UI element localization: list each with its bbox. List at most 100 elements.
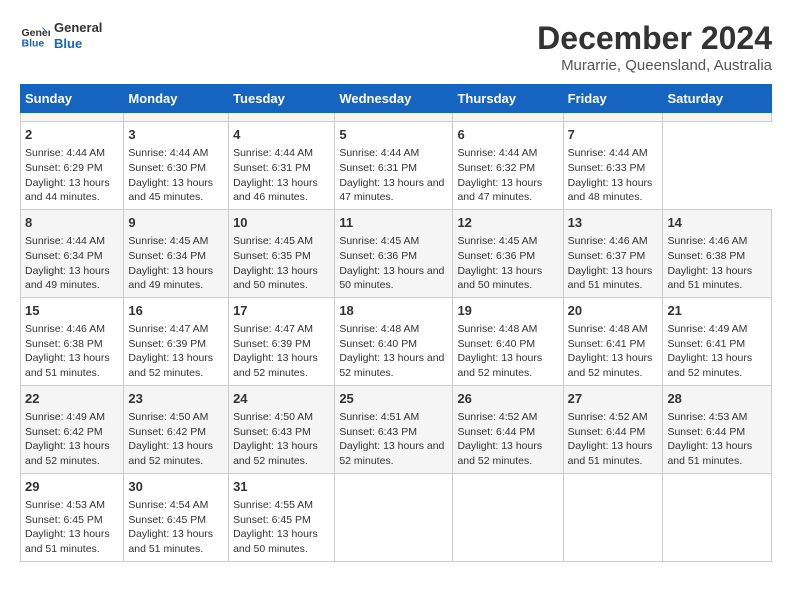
daylight-text: Daylight: 13 hours and 49 minutes. bbox=[128, 265, 213, 292]
sunrise-text: Sunrise: 4:44 AM bbox=[25, 235, 105, 247]
sunset-text: Sunset: 6:31 PM bbox=[339, 162, 417, 174]
day-number: 4 bbox=[233, 126, 330, 144]
day-number: 24 bbox=[233, 390, 330, 408]
sunrise-text: Sunrise: 4:47 AM bbox=[128, 323, 208, 335]
sunset-text: Sunset: 6:44 PM bbox=[667, 426, 745, 438]
svg-text:Blue: Blue bbox=[22, 37, 45, 49]
calendar-cell bbox=[663, 113, 772, 122]
calendar-cell: 7Sunrise: 4:44 AMSunset: 6:33 PMDaylight… bbox=[563, 122, 663, 210]
sunset-text: Sunset: 6:31 PM bbox=[233, 162, 311, 174]
daylight-text: Daylight: 13 hours and 51 minutes. bbox=[667, 440, 752, 467]
day-number: 8 bbox=[25, 214, 119, 232]
sunset-text: Sunset: 6:45 PM bbox=[233, 514, 311, 526]
calendar-cell: 30Sunrise: 4:54 AMSunset: 6:45 PMDayligh… bbox=[124, 473, 229, 561]
day-number: 28 bbox=[667, 390, 767, 408]
sunset-text: Sunset: 6:44 PM bbox=[568, 426, 646, 438]
sunrise-text: Sunrise: 4:46 AM bbox=[667, 235, 747, 247]
sunrise-text: Sunrise: 4:51 AM bbox=[339, 411, 419, 423]
sunrise-text: Sunrise: 4:48 AM bbox=[457, 323, 537, 335]
sunset-text: Sunset: 6:43 PM bbox=[233, 426, 311, 438]
daylight-text: Daylight: 13 hours and 47 minutes. bbox=[457, 177, 542, 204]
calendar-cell: 6 Sunrise: 4:44 AM Sunset: 6:32 PM Daylight… bbox=[453, 122, 563, 210]
calendar-cell: 23Sunrise: 4:50 AMSunset: 6:42 PMDayligh… bbox=[124, 385, 229, 473]
day-number: 10 bbox=[233, 214, 330, 232]
sunrise-text: Sunrise: 4:44 AM bbox=[128, 147, 208, 159]
day-number: 15 bbox=[25, 302, 119, 320]
sunrise-text: Sunrise: 4:46 AM bbox=[568, 235, 648, 247]
daylight-text: Daylight: 13 hours and 44 minutes. bbox=[25, 177, 110, 204]
daylight-text: Daylight: 13 hours and 52 minutes. bbox=[667, 352, 752, 379]
calendar-week-3: 8 Sunrise: 4:44 AM Sunset: 6:34 PM Daylight… bbox=[21, 209, 772, 297]
sunset-text: Sunset: 6:39 PM bbox=[233, 338, 311, 350]
calendar-week-5: 22Sunrise: 4:49 AMSunset: 6:42 PMDayligh… bbox=[21, 385, 772, 473]
logo-blue: Blue bbox=[54, 36, 102, 52]
calendar-cell: 13Sunrise: 4:46 AMSunset: 6:37 PMDayligh… bbox=[563, 209, 663, 297]
calendar-cell: 4Sunrise: 4:44 AMSunset: 6:31 PMDaylight… bbox=[229, 122, 335, 210]
calendar-cell: 10Sunrise: 4:45 AMSunset: 6:35 PMDayligh… bbox=[229, 209, 335, 297]
day-number: 29 bbox=[25, 478, 119, 496]
calendar-table: SundayMondayTuesdayWednesdayThursdayFrid… bbox=[20, 84, 772, 562]
calendar-cell: 5 Sunrise: 4:44 AM Sunset: 6:31 PM Daylight… bbox=[335, 122, 453, 210]
col-header-friday: Friday bbox=[563, 85, 663, 113]
sunset-text: Sunset: 6:42 PM bbox=[25, 426, 103, 438]
sunset-text: Sunset: 6:35 PM bbox=[233, 250, 311, 262]
col-header-saturday: Saturday bbox=[663, 85, 772, 113]
day-number: 3 bbox=[128, 126, 224, 144]
day-number: 23 bbox=[128, 390, 224, 408]
sunrise-text: Sunrise: 4:44 AM bbox=[233, 147, 313, 159]
daylight-text: Daylight: 13 hours and 48 minutes. bbox=[568, 177, 653, 204]
day-number: 5 bbox=[339, 126, 448, 144]
page-title: December 2024 bbox=[537, 20, 772, 57]
day-number: 7 bbox=[568, 126, 659, 144]
sunrise-text: Sunrise: 4:44 AM bbox=[457, 147, 537, 159]
sunset-text: Sunset: 6:30 PM bbox=[128, 162, 206, 174]
calendar-cell: 16Sunrise: 4:47 AMSunset: 6:39 PMDayligh… bbox=[124, 297, 229, 385]
daylight-text: Daylight: 13 hours and 50 minutes. bbox=[233, 265, 318, 292]
sunset-text: Sunset: 6:36 PM bbox=[457, 250, 535, 262]
daylight-text: Daylight: 13 hours and 52 minutes. bbox=[457, 440, 542, 467]
sunrise-text: Sunrise: 4:44 AM bbox=[339, 147, 419, 159]
calendar-cell: 28Sunrise: 4:53 AMSunset: 6:44 PMDayligh… bbox=[663, 385, 772, 473]
sunrise-text: Sunrise: 4:44 AM bbox=[25, 147, 105, 159]
daylight-text: Daylight: 13 hours and 52 minutes. bbox=[457, 352, 542, 379]
calendar-cell: 2Sunrise: 4:44 AMSunset: 6:29 PMDaylight… bbox=[21, 122, 124, 210]
day-number: 19 bbox=[457, 302, 558, 320]
sunset-text: Sunset: 6:33 PM bbox=[568, 162, 646, 174]
sunset-text: Sunset: 6:38 PM bbox=[25, 338, 103, 350]
sunrise-text: Sunrise: 4:52 AM bbox=[457, 411, 537, 423]
calendar-cell: 22Sunrise: 4:49 AMSunset: 6:42 PMDayligh… bbox=[21, 385, 124, 473]
daylight-text: Daylight: 13 hours and 50 minutes. bbox=[233, 528, 318, 555]
col-header-wednesday: Wednesday bbox=[335, 85, 453, 113]
calendar-cell bbox=[335, 473, 453, 561]
sunrise-text: Sunrise: 4:46 AM bbox=[25, 323, 105, 335]
logo: General Blue General Blue bbox=[20, 20, 102, 51]
day-number: 27 bbox=[568, 390, 659, 408]
calendar-cell: 8Sunrise: 4:44 AMSunset: 6:34 PMDaylight… bbox=[21, 209, 124, 297]
sunrise-text: Sunrise: 4:50 AM bbox=[128, 411, 208, 423]
daylight-text: Daylight: 13 hours and 45 minutes. bbox=[128, 177, 213, 204]
day-number: 2 bbox=[25, 126, 119, 144]
sunset-text: Sunset: 6:41 PM bbox=[667, 338, 745, 350]
day-number: 6 bbox=[457, 126, 558, 144]
calendar-cell: 25Sunrise: 4:51 AMSunset: 6:43 PMDayligh… bbox=[335, 385, 453, 473]
calendar-cell: 21Sunrise: 4:49 AMSunset: 6:41 PMDayligh… bbox=[663, 297, 772, 385]
sunset-text: Sunset: 6:38 PM bbox=[667, 250, 745, 262]
col-header-tuesday: Tuesday bbox=[229, 85, 335, 113]
day-number: 31 bbox=[233, 478, 330, 496]
day-number: 14 bbox=[667, 214, 767, 232]
sunrise-text: Sunrise: 4:45 AM bbox=[339, 235, 419, 247]
daylight-text: Daylight: 13 hours and 47 minutes. bbox=[339, 177, 444, 204]
calendar-cell: 20Sunrise: 4:48 AMSunset: 6:41 PMDayligh… bbox=[563, 297, 663, 385]
calendar-cell bbox=[563, 113, 663, 122]
daylight-text: Daylight: 13 hours and 52 minutes. bbox=[339, 352, 444, 379]
sunset-text: Sunset: 6:32 PM bbox=[457, 162, 535, 174]
sunset-text: Sunset: 6:34 PM bbox=[25, 250, 103, 262]
daylight-text: Daylight: 13 hours and 52 minutes. bbox=[25, 440, 110, 467]
sunset-text: Sunset: 6:42 PM bbox=[128, 426, 206, 438]
day-number: 16 bbox=[128, 302, 224, 320]
page-subtitle: Murarrie, Queensland, Australia bbox=[537, 57, 772, 74]
sunset-text: Sunset: 6:43 PM bbox=[339, 426, 417, 438]
calendar-cell bbox=[229, 113, 335, 122]
daylight-text: Daylight: 13 hours and 52 minutes. bbox=[568, 352, 653, 379]
day-number: 21 bbox=[667, 302, 767, 320]
